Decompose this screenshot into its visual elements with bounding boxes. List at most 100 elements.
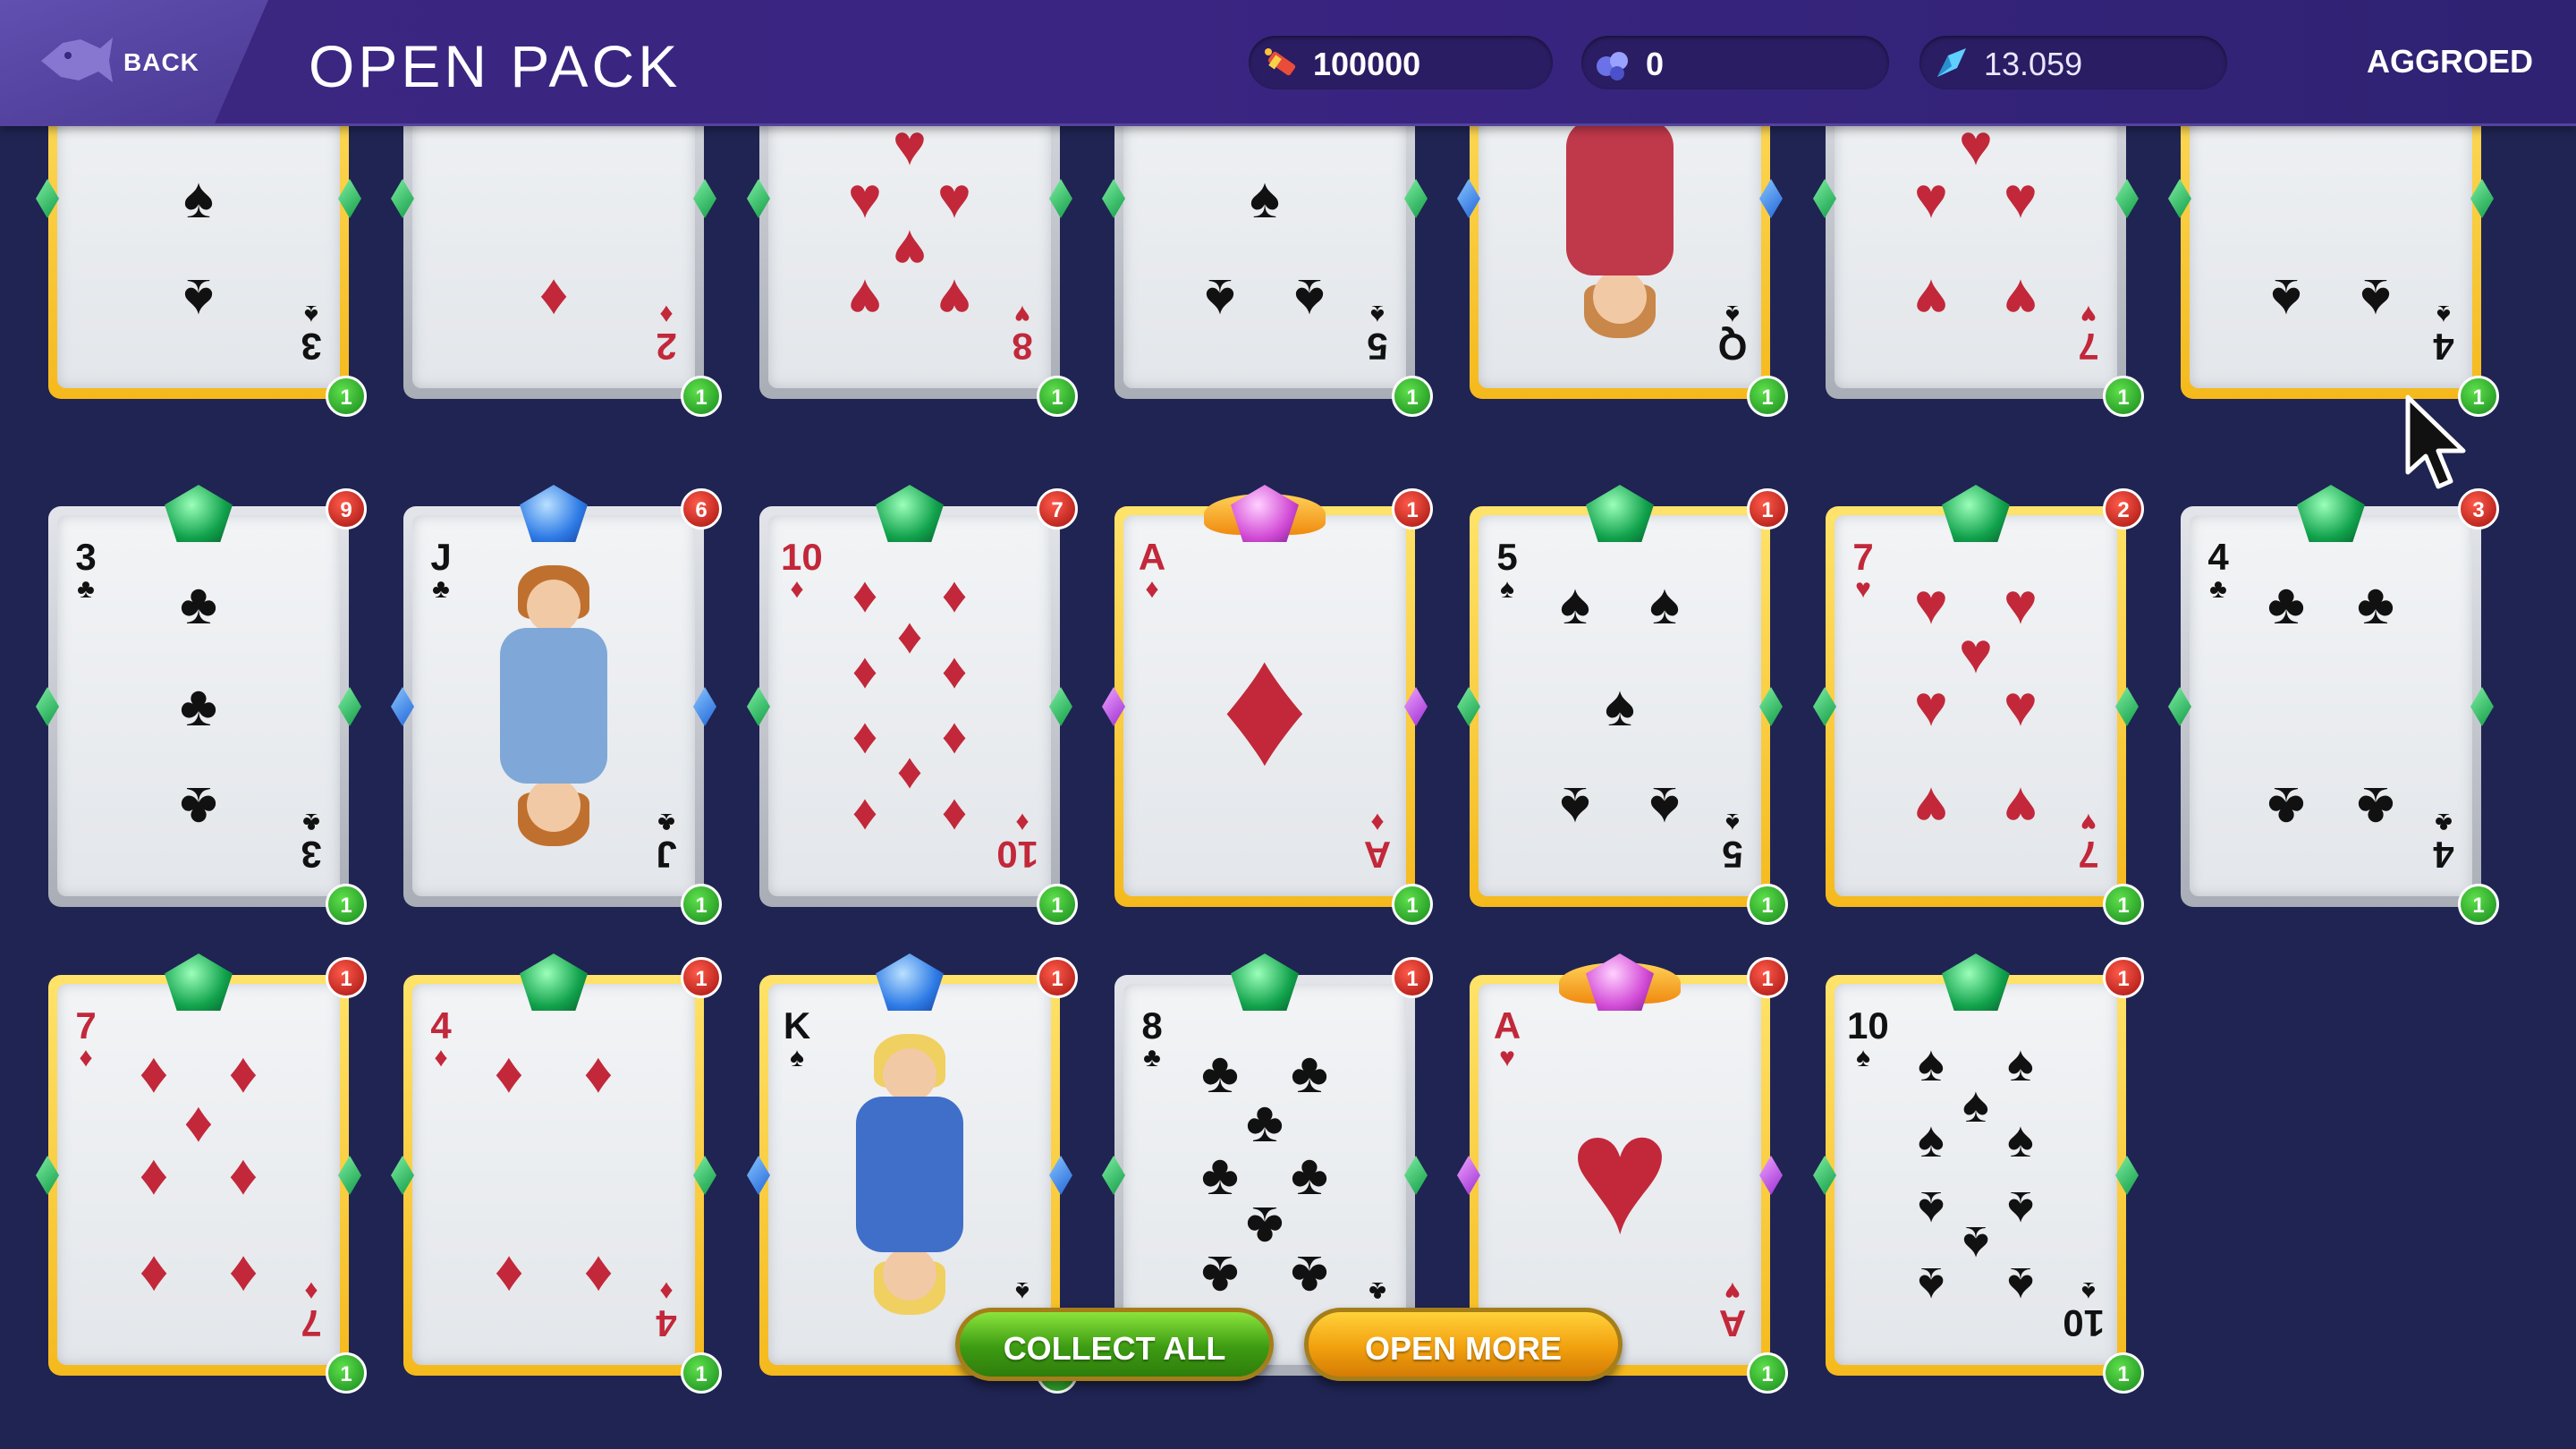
- count-badge: 1: [1392, 884, 1433, 925]
- side-gem-icon: [2115, 179, 2139, 218]
- court-body: [856, 1097, 963, 1174]
- side-gem-icon: [36, 1156, 59, 1195]
- card-7-red-12[interactable]: 7 ♥ 7 ♥ ♥ ♥ ♥ ♥ ♥ ♥ ♥ 2 1: [1813, 485, 2144, 925]
- suit-pip-icon: ♣: [1246, 1089, 1284, 1155]
- gem-cluster-icon: [1597, 52, 1628, 80]
- card-4-black-13[interactable]: 4 ♣ 4 ♣ ♣ ♣ ♣ ♣ 3 1: [2168, 485, 2499, 925]
- rank-text: 8: [1012, 326, 1033, 368]
- side-gem-icon: [1813, 1156, 1836, 1195]
- side-gem-icon: [391, 179, 414, 218]
- crystal-balance: 13.059: [1919, 36, 2227, 89]
- rank-bottom-right: 7 ♥: [2072, 300, 2105, 368]
- side-gem-icon: [1049, 687, 1072, 726]
- side-gem-icon: [693, 1156, 716, 1195]
- suit-pip-icon: ♠: [2360, 267, 2391, 333]
- suit-pip-icon: ♦: [896, 606, 923, 664]
- court-body: [500, 706, 607, 784]
- side-gem-icon: [1404, 1156, 1428, 1195]
- side-gem-icon: [2168, 179, 2191, 218]
- rank-bottom-right: 4 ♦: [650, 1276, 682, 1344]
- rarity-gem-icon: [876, 485, 944, 542]
- card-10-black-19[interactable]: 10 ♠ 10 ♠ ♠ ♠ ♠ ♠ ♠ ♠ ♠ ♠ ♠ ♠ 1 1: [1813, 953, 2144, 1394]
- court-figure-lower: [843, 1174, 977, 1322]
- ace-suit-icon: ♦: [1221, 611, 1309, 801]
- level-badge: 7: [1037, 488, 1078, 530]
- suit-pip-icon: ♦: [139, 1244, 169, 1309]
- suit-pip-icon: ♠: [1918, 1110, 1945, 1167]
- suit-pip-icon: ♣: [2267, 571, 2305, 636]
- count-badge: 1: [326, 1352, 367, 1394]
- rank-text: 3: [75, 536, 97, 578]
- court-body: [1566, 198, 1674, 275]
- rank-suit-icon: ♦: [790, 574, 804, 604]
- card-A-red-10[interactable]: A ♦ A ♦ ♦ 1 1: [1102, 485, 1433, 925]
- suit-pip-icon: ♦: [896, 748, 923, 805]
- suit-pip-icon: ♠: [2271, 267, 2301, 333]
- suit-pip-icon: ♣: [1201, 1142, 1239, 1207]
- rank-bottom-right: 5 ♠: [1716, 808, 1749, 876]
- crystal-icon: [1937, 48, 1966, 77]
- rank-top-left: 7 ♦: [70, 1007, 102, 1072]
- level-badge: 1: [1037, 957, 1078, 998]
- count-badge: 1: [2103, 1352, 2144, 1394]
- side-gem-icon: [1404, 179, 1428, 218]
- suit-pip-icon: ♦: [583, 1039, 614, 1105]
- firecracker-icon: [1265, 48, 1296, 76]
- open-more-button[interactable]: OPEN MORE: [1304, 1308, 1623, 1381]
- gem-balance: 0: [1581, 36, 1889, 89]
- suit-pip-icon: ♠: [1918, 1182, 1945, 1239]
- card-4-red-15[interactable]: 4 ♦ 4 ♦ ♦ ♦ ♦ ♦ 1 1: [391, 953, 722, 1394]
- court-figure-lower: [1553, 198, 1687, 345]
- rank-text: 7: [2078, 834, 2099, 876]
- fish-back-icon: [41, 38, 113, 82]
- court-figure-lower: [487, 706, 621, 853]
- rank-suit-icon: ♠: [304, 300, 318, 329]
- card-J-black-8[interactable]: J ♣ J ♣ 6 1: [391, 485, 722, 925]
- suit-pip-icon: ♦: [941, 713, 968, 770]
- court-head: [527, 580, 580, 633]
- level-badge: 1: [1747, 957, 1788, 998]
- rank-text: 8: [1141, 1004, 1163, 1046]
- card-face: 10 ♠ 10 ♠ ♠ ♠ ♠ ♠ ♠ ♠ ♠ ♠ ♠ ♠: [1835, 984, 2117, 1365]
- suit-pip-icon: ♦: [139, 1142, 169, 1207]
- username[interactable]: AGGROED: [2367, 43, 2533, 80]
- side-gem-icon: [1049, 1156, 1072, 1195]
- level-badge: 2: [2103, 488, 2144, 530]
- card-7-red-14[interactable]: 7 ♦ 7 ♦ ♦ ♦ ♦ ♦ ♦ ♦ ♦ 1 1: [36, 953, 367, 1394]
- rank-suit-icon: ♦: [434, 1043, 448, 1072]
- suit-pip-icon: ♠: [1918, 1035, 1945, 1092]
- suit-pip-icon: ♣: [1291, 1244, 1328, 1309]
- court-figure-upper: [487, 558, 621, 706]
- rank-text: Q: [1717, 326, 1748, 368]
- suit-pip-icon: ♦: [852, 788, 878, 845]
- court-body: [856, 1174, 963, 1252]
- rank-text: A: [1493, 1004, 1521, 1046]
- rank-suit-icon: ♣: [2435, 808, 2453, 837]
- card-5-black-11[interactable]: 5 ♠ 5 ♠ ♠ ♠ ♠ ♠ ♠ 1 1: [1457, 485, 1788, 925]
- suit-pip-icon: ♥: [1914, 571, 1948, 636]
- rank-suit-icon: ♥: [1499, 1043, 1515, 1072]
- level-badge: 6: [681, 488, 722, 530]
- court-head: [1593, 270, 1647, 324]
- back-button[interactable]: BACK: [0, 0, 268, 123]
- suit-pip-icon: ♣: [1201, 1244, 1239, 1309]
- suit-pip-icon: ♦: [228, 1039, 258, 1105]
- rarity-gem-icon: [165, 485, 233, 542]
- suit-pip-icon: ♣: [2267, 775, 2305, 841]
- rank-text: 10: [2063, 1302, 2105, 1344]
- side-gem-icon: [2168, 687, 2191, 726]
- side-gem-icon: [338, 687, 361, 726]
- rank-suit-icon: ♠: [2436, 300, 2451, 329]
- suit-pip-icon: ♠: [1250, 165, 1280, 230]
- side-gem-icon: [1759, 1156, 1783, 1195]
- rank-suit-icon: ♦: [659, 1276, 674, 1306]
- side-gem-icon: [391, 687, 414, 726]
- pip-area: ♦ ♦ ♦ ♦: [464, 1029, 643, 1320]
- card-10-red-9[interactable]: 10 ♦ 10 ♦ ♦ ♦ ♦ ♦ ♦ ♦ ♦ ♦ ♦ ♦ 7 1: [747, 485, 1078, 925]
- collect-all-button[interactable]: COLLECT ALL: [955, 1308, 1274, 1381]
- rank-suit-icon: ♥: [1014, 300, 1030, 329]
- rank-text: 4: [656, 1302, 677, 1344]
- rank-text: 7: [1852, 536, 1874, 578]
- card-3-black-7[interactable]: 3 ♣ 3 ♣ ♣ ♣ ♣ 9 1: [36, 485, 367, 925]
- rank-bottom-right: 8 ♥: [1006, 300, 1038, 368]
